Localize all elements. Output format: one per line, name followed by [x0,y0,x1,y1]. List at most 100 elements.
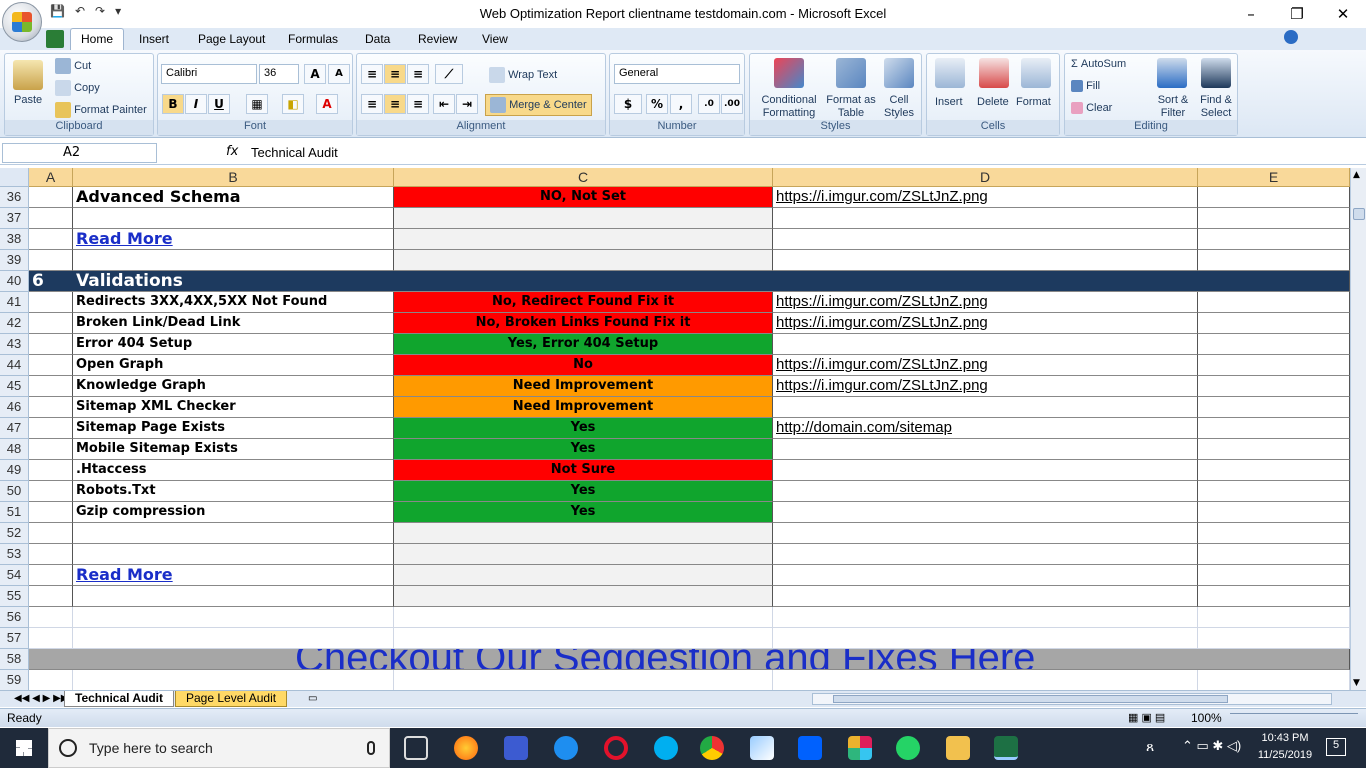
index-cell[interactable] [29,523,73,544]
index-cell[interactable] [29,397,73,418]
evidence-link-cell[interactable]: https://i.imgur.com/ZSLtJnZ.png [773,292,1198,313]
delete-cells-button[interactable]: Delete [977,96,1009,108]
read-more-link[interactable]: Read More [73,229,394,250]
align-right-icon[interactable]: ≡ [407,94,429,114]
status-cell[interactable]: Need Improvement [394,397,773,418]
row-header[interactable]: 53 [0,544,29,565]
status-cell[interactable]: Yes [394,439,773,460]
empty-cell[interactable] [1198,187,1350,208]
check-name-cell[interactable] [73,586,394,607]
check-name-cell[interactable]: Advanced Schema [73,187,394,208]
empty-cell[interactable] [1198,586,1350,607]
empty-cell[interactable] [1198,397,1350,418]
status-cell[interactable] [394,544,773,565]
empty-cell[interactable] [1198,607,1350,628]
align-middle-icon[interactable]: ≡ [384,64,406,84]
evidence-link-cell[interactable] [773,628,1198,649]
evidence-link-cell[interactable] [773,460,1198,481]
status-cell[interactable]: No, Redirect Found Fix it [394,292,773,313]
index-cell[interactable] [29,607,73,628]
empty-cell[interactable] [1198,418,1350,439]
row-header[interactable]: 49 [0,460,29,481]
autosum-button[interactable]: AutoSum [1081,58,1126,70]
banner-row[interactable]: Checkout Our Seggestion and Fixes Here [29,649,1350,670]
row-header[interactable]: 52 [0,523,29,544]
evidence-link-cell[interactable]: https://i.imgur.com/ZSLtJnZ.png [773,313,1198,334]
status-cell[interactable] [394,250,773,271]
check-name-cell[interactable]: Open Graph [73,355,394,376]
index-cell[interactable] [29,481,73,502]
font-size-select[interactable]: 36 [259,64,299,84]
percent-button[interactable]: % [646,94,668,114]
check-name-cell[interactable]: Error 404 Setup [73,334,394,355]
scroll-up-icon[interactable]: ▲ [1353,170,1360,180]
tab-insert[interactable]: Insert [139,32,169,46]
sort-filter-button[interactable]: Sort & Filter [1153,94,1193,120]
status-cell[interactable]: Need Improvement [394,376,773,397]
empty-cell[interactable] [1198,376,1350,397]
evidence-link-cell[interactable]: https://i.imgur.com/ZSLtJnZ.png [773,187,1198,208]
status-cell[interactable]: Yes [394,481,773,502]
status-cell[interactable]: No [394,355,773,376]
paste-button[interactable]: Paste [14,94,42,106]
evidence-link-cell[interactable] [773,544,1198,565]
comma-button[interactable]: , [670,94,692,114]
underline-button[interactable]: U [208,94,230,114]
empty-cell[interactable] [1198,334,1350,355]
index-cell[interactable] [29,418,73,439]
grow-font-button[interactable]: A [304,64,326,84]
dropbox-icon[interactable] [798,736,822,760]
decrease-decimal-icon[interactable]: .00 [721,94,743,114]
evidence-link-cell[interactable] [773,229,1198,250]
shrink-font-button[interactable]: A [328,64,350,84]
empty-cell[interactable] [1198,313,1350,334]
status-cell[interactable] [394,565,773,586]
index-cell[interactable] [29,628,73,649]
zoom-slider[interactable] [1230,713,1358,723]
index-cell[interactable] [29,439,73,460]
status-cell[interactable] [394,586,773,607]
find-select-button[interactable]: Find & Select [1195,94,1237,120]
index-cell[interactable] [29,229,73,250]
fill-color-icon[interactable]: ◧ [282,94,304,114]
status-cell[interactable]: Yes, Error 404 Setup [394,334,773,355]
row-header[interactable]: 59 [0,670,29,690]
check-name-cell[interactable]: Sitemap XML Checker [73,397,394,418]
check-name-cell[interactable]: Robots.Txt [73,481,394,502]
status-cell[interactable] [394,208,773,229]
app-icon[interactable] [504,736,528,760]
whatsapp-icon[interactable] [896,736,920,760]
empty-cell[interactable] [1198,502,1350,523]
help-icon[interactable] [1284,30,1298,44]
bold-button[interactable]: B [162,94,184,114]
empty-cell[interactable] [1198,439,1350,460]
empty-cell[interactable] [1198,565,1350,586]
row-header[interactable]: 57 [0,628,29,649]
index-cell[interactable] [29,355,73,376]
tab-data[interactable]: Data [365,32,390,46]
tab-page-layout[interactable]: Page Layout [198,32,265,46]
status-cell[interactable] [394,523,773,544]
select-all-corner[interactable] [0,168,29,187]
align-left-icon[interactable]: ≡ [361,94,383,114]
tab-formulas[interactable]: Formulas [288,32,338,46]
paste-icon[interactable] [13,60,43,90]
column-header-b[interactable]: B [73,168,394,187]
section-header-row[interactable]: 6 Validations [29,271,1350,292]
orientation-icon[interactable]: ⟋ [435,64,463,84]
sheet-tab-page-level-audit[interactable]: Page Level Audit [175,691,288,707]
align-center-icon[interactable]: ≡ [384,94,406,114]
empty-cell[interactable] [1198,628,1350,649]
evidence-link-cell[interactable] [773,397,1198,418]
evidence-link-cell[interactable]: https://i.imgur.com/ZSLtJnZ.png [773,376,1198,397]
empty-cell[interactable] [1198,292,1350,313]
insert-function-icon[interactable]: fx [226,144,238,159]
read-more-link[interactable]: Read More [73,565,394,586]
row-header[interactable]: 50 [0,481,29,502]
index-cell[interactable] [29,187,73,208]
column-header-e[interactable]: E [1198,168,1350,187]
evidence-link-cell[interactable] [773,250,1198,271]
evidence-link-cell[interactable] [773,208,1198,229]
check-name-cell[interactable]: Sitemap Page Exists [73,418,394,439]
slack-icon[interactable] [848,736,872,760]
